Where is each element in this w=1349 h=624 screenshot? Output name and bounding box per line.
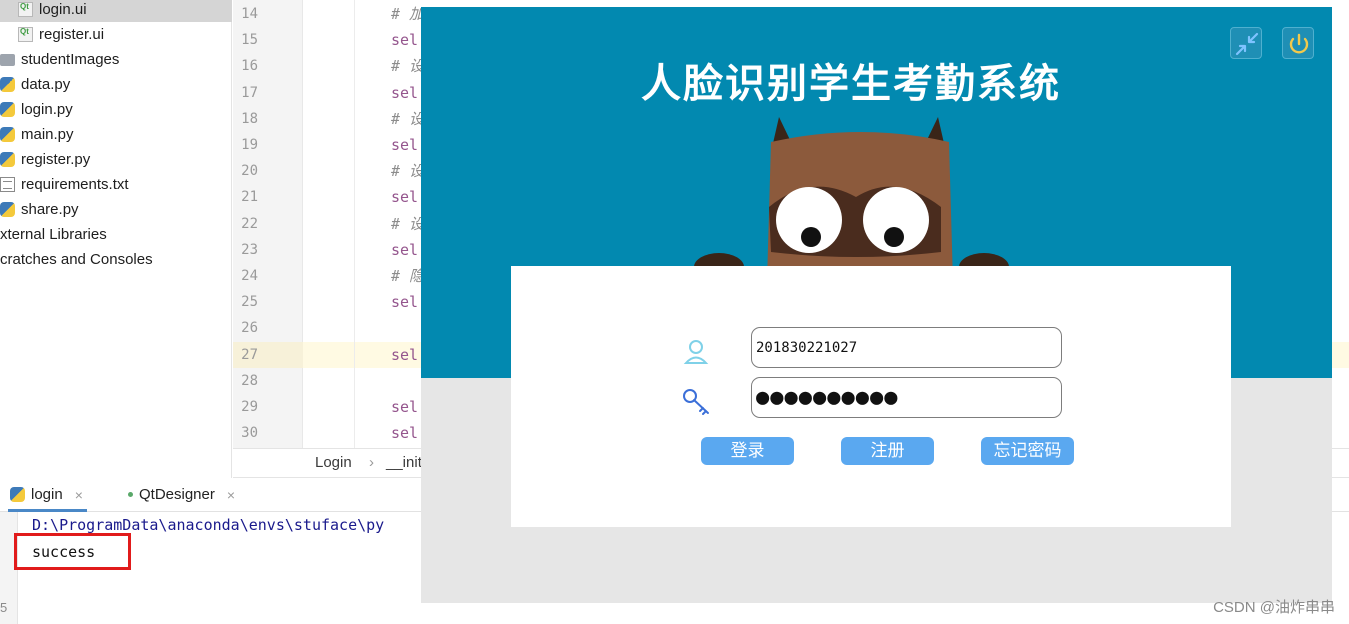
code-line: sel bbox=[391, 398, 419, 416]
line-number: 17 bbox=[241, 84, 258, 101]
code-comment: # 设 bbox=[391, 109, 425, 128]
project-tree-item-label: main.py bbox=[21, 126, 74, 143]
power-icon bbox=[1289, 33, 1309, 54]
run-tab-label: login bbox=[31, 486, 63, 503]
line-number: 14 bbox=[241, 6, 258, 22]
code-line: sel bbox=[391, 188, 419, 207]
console-gutter-glyph: 5 bbox=[0, 600, 8, 615]
python-file-icon bbox=[0, 202, 15, 217]
line-number: 24 bbox=[241, 268, 258, 284]
close-icon[interactable]: × bbox=[75, 487, 83, 503]
line-number: 18 bbox=[241, 110, 258, 127]
line-number: 16 bbox=[241, 58, 258, 75]
python-file-icon bbox=[0, 77, 15, 92]
project-tree-item[interactable]: register.py bbox=[0, 147, 232, 172]
project-tree-item-label: studentImages bbox=[21, 51, 120, 68]
code-line: sel bbox=[391, 240, 419, 259]
project-tree-item-label: login.ui bbox=[39, 1, 87, 18]
minimize-arrows-icon bbox=[1235, 32, 1259, 56]
line-number: 30 bbox=[241, 425, 258, 442]
line-number: 27 bbox=[241, 346, 258, 363]
qt-ui-file-icon bbox=[18, 19, 33, 44]
line-number: 25 bbox=[241, 294, 258, 311]
code-line: sel bbox=[391, 345, 419, 364]
forgot-password-button[interactable]: 忘记密码 bbox=[981, 437, 1074, 465]
line-number: 29 bbox=[241, 399, 258, 415]
project-tree-item-label: xternal Libraries bbox=[0, 226, 107, 243]
line-number: 22 bbox=[241, 215, 258, 232]
code-line: sel bbox=[391, 424, 419, 443]
key-icon bbox=[683, 389, 709, 415]
code-comment: # 加 bbox=[391, 5, 425, 23]
run-tab-qtdesigner[interactable]: QtDesigner × bbox=[128, 486, 235, 503]
project-tree-item[interactable]: data.py bbox=[0, 72, 232, 97]
python-file-icon bbox=[0, 127, 15, 142]
code-comment: # 设 bbox=[391, 214, 425, 233]
code-line: sel bbox=[391, 293, 419, 312]
highlight-annotation-box bbox=[14, 533, 131, 570]
breadcrumb-method[interactable]: __init bbox=[386, 454, 422, 471]
project-tree-item[interactable]: main.py bbox=[0, 122, 232, 147]
login-window: 人脸识别学生考勤系统 201830221027 ●●●●●●●●●● 登录 注册… bbox=[421, 7, 1332, 603]
code-comment: # 设 bbox=[391, 162, 425, 181]
breadcrumb-class[interactable]: Login bbox=[315, 454, 352, 471]
project-tree-item[interactable]: xternal Libraries bbox=[0, 222, 232, 247]
qt-ui-file-icon bbox=[18, 0, 33, 19]
project-tree-panel: login.ui register.ui studentImages data.py l… bbox=[0, 0, 232, 478]
project-tree-item-label: register.ui bbox=[39, 26, 105, 43]
line-number: 20 bbox=[241, 163, 258, 180]
project-tree-item-label: login.py bbox=[21, 101, 73, 118]
run-tab-label: QtDesigner bbox=[139, 486, 215, 503]
login-button[interactable]: 登录 bbox=[701, 437, 794, 465]
line-number: 28 bbox=[241, 372, 258, 389]
project-tree-item[interactable]: register.ui bbox=[0, 19, 232, 47]
close-button[interactable] bbox=[1282, 27, 1314, 59]
indent-guide bbox=[354, 0, 355, 448]
password-input[interactable]: ●●●●●●●●●● bbox=[751, 377, 1062, 418]
python-file-icon bbox=[0, 152, 15, 167]
line-number: 26 bbox=[241, 320, 258, 337]
project-tree-item[interactable]: cratches and Consoles bbox=[0, 247, 232, 272]
text-file-icon bbox=[0, 177, 15, 192]
app-title: 人脸识别学生考勤系统 bbox=[641, 60, 1061, 107]
line-number: 23 bbox=[241, 241, 258, 258]
project-tree-item-label: data.py bbox=[21, 76, 71, 93]
folder-icon bbox=[0, 53, 15, 66]
register-button[interactable]: 注册 bbox=[841, 437, 934, 465]
close-icon[interactable]: × bbox=[227, 487, 235, 503]
code-line: sel bbox=[391, 31, 419, 50]
code-comment: # 设 bbox=[391, 57, 425, 76]
minimize-button[interactable] bbox=[1230, 27, 1262, 59]
code-line: sel bbox=[391, 83, 419, 102]
project-tree-item-label: register.py bbox=[21, 151, 91, 168]
project-tree-item[interactable]: share.py bbox=[0, 197, 232, 222]
python-file-icon bbox=[0, 102, 15, 117]
line-number: 19 bbox=[241, 137, 258, 153]
run-tab-login[interactable]: login × bbox=[8, 486, 87, 512]
project-tree-item[interactable]: login.ui bbox=[0, 0, 232, 22]
project-tree-item-label: share.py bbox=[21, 201, 79, 218]
username-input[interactable]: 201830221027 bbox=[751, 327, 1062, 368]
user-icon bbox=[683, 340, 709, 364]
python-run-icon bbox=[10, 487, 25, 502]
project-tree-item[interactable]: requirements.txt bbox=[0, 172, 232, 197]
line-number: 15 bbox=[241, 32, 258, 49]
project-tree-item-label: cratches and Consoles bbox=[0, 251, 153, 268]
project-tree-item[interactable]: studentImages bbox=[0, 47, 232, 72]
project-tree-item[interactable]: login.py bbox=[0, 97, 232, 122]
owl-mascot-icon bbox=[694, 117, 1009, 282]
breadcrumb-separator: › bbox=[369, 454, 374, 471]
watermark: CSDN @油炸串串 bbox=[1213, 599, 1335, 616]
status-dot-icon bbox=[128, 492, 133, 497]
line-number: 21 bbox=[241, 189, 258, 206]
code-line: sel bbox=[391, 136, 419, 154]
code-comment: # 隐 bbox=[391, 267, 425, 285]
console-command-line: D:\ProgramData\anaconda\envs\stuface\py bbox=[32, 516, 385, 534]
project-tree-item-label: requirements.txt bbox=[21, 176, 129, 193]
